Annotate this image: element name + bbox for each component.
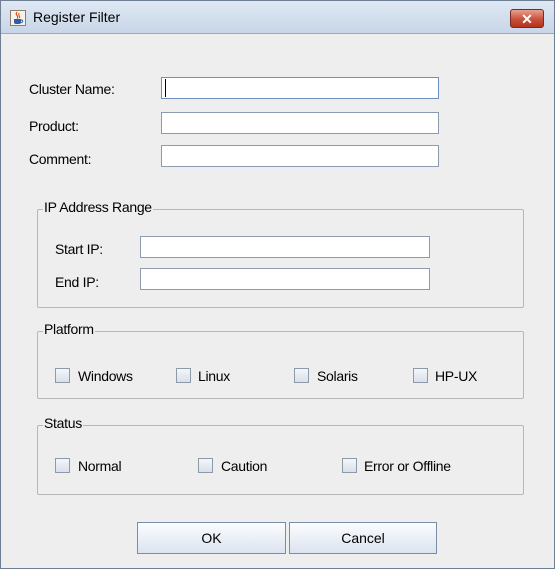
- title-bar[interactable]: Register Filter ✕: [1, 1, 554, 34]
- text-caret: [165, 79, 166, 97]
- status-legend: Status: [43, 415, 83, 431]
- cluster-name-label: Cluster Name:: [29, 81, 115, 97]
- close-button[interactable]: ✕: [510, 9, 544, 28]
- cluster-name-input[interactable]: [161, 77, 439, 99]
- linux-label: Linux: [198, 368, 230, 384]
- caution-label: Caution: [221, 458, 268, 474]
- platform-legend: Platform: [43, 321, 95, 337]
- error-or-offline-checkbox[interactable]: [342, 458, 357, 473]
- normal-checkbox[interactable]: [55, 458, 70, 473]
- comment-label: Comment:: [29, 151, 92, 167]
- ok-button[interactable]: OK: [137, 522, 286, 554]
- ip-range-group: [37, 209, 524, 308]
- dialog-window: Register Filter ✕ Cluster Name: Product:…: [0, 0, 555, 569]
- window-title: Register Filter: [33, 9, 121, 25]
- linux-checkbox[interactable]: [176, 368, 191, 383]
- windows-checkbox[interactable]: [55, 368, 70, 383]
- end-ip-input[interactable]: [140, 268, 430, 290]
- hp-ux-checkbox[interactable]: [413, 368, 428, 383]
- start-ip-label: Start IP:: [55, 241, 103, 257]
- start-ip-input[interactable]: [140, 236, 430, 258]
- hp-ux-label: HP-UX: [435, 368, 478, 384]
- product-input[interactable]: [161, 112, 439, 134]
- product-label: Product:: [29, 118, 79, 134]
- end-ip-label: End IP:: [55, 274, 99, 290]
- java-cup-icon: [10, 10, 26, 26]
- solaris-label: Solaris: [317, 368, 358, 384]
- error-or-offline-label: Error or Offline: [364, 458, 451, 474]
- windows-label: Windows: [78, 368, 133, 384]
- cancel-button[interactable]: Cancel: [289, 522, 437, 554]
- caution-checkbox[interactable]: [198, 458, 213, 473]
- platform-group: [37, 331, 524, 399]
- solaris-checkbox[interactable]: [294, 368, 309, 383]
- close-icon: ✕: [521, 11, 533, 27]
- comment-input[interactable]: [161, 145, 439, 167]
- ip-range-legend: IP Address Range: [43, 199, 153, 215]
- normal-label: Normal: [78, 458, 122, 474]
